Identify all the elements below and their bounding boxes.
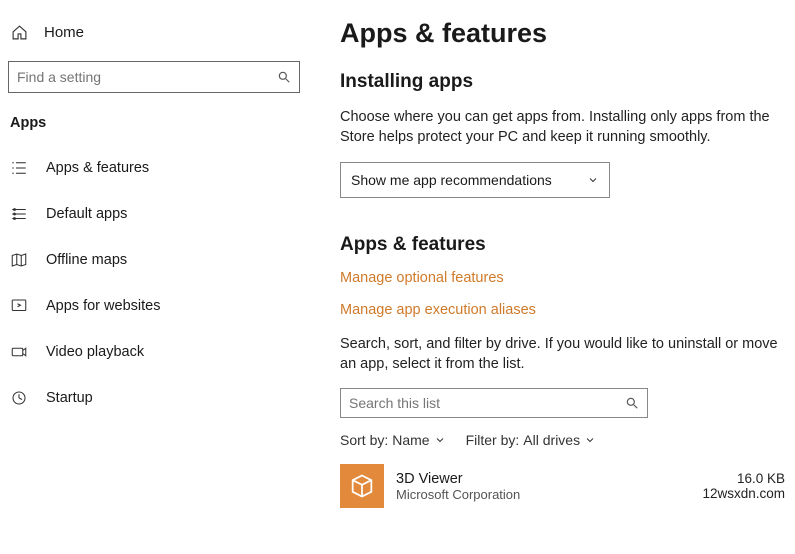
app-date: 12wsxdn.com: [702, 486, 785, 501]
sort-filter-row: Sort by: Name Filter by: All drives: [340, 432, 785, 448]
settings-search[interactable]: [8, 61, 300, 93]
chevron-down-icon: [434, 434, 446, 446]
apps-features-icon: [10, 159, 28, 177]
search-icon: [277, 70, 291, 84]
link-optional-features[interactable]: Manage optional features: [340, 270, 785, 286]
nav-item-label: Default apps: [46, 206, 127, 222]
nav-startup[interactable]: Startup: [0, 375, 308, 421]
app-info: 3D Viewer Microsoft Corporation: [396, 471, 690, 502]
filter-label: Filter by:: [466, 432, 520, 448]
app-publisher: Microsoft Corporation: [396, 487, 690, 502]
dropdown-value: Show me app recommendations: [351, 172, 552, 188]
nav-video-playback[interactable]: Video playback: [0, 329, 308, 375]
installing-heading: Installing apps: [340, 71, 785, 93]
nav-apps-features[interactable]: Apps & features: [0, 145, 308, 191]
nav-item-label: Offline maps: [46, 252, 127, 268]
sidebar: Home Apps Apps & features Default apps O…: [0, 0, 308, 554]
appsfeat-heading: Apps & features: [340, 234, 785, 256]
nav-default-apps[interactable]: Default apps: [0, 191, 308, 237]
app-list-item[interactable]: 3D Viewer Microsoft Corporation 16.0 KB …: [340, 464, 785, 508]
nav-home[interactable]: Home: [0, 18, 308, 55]
home-icon: [10, 24, 28, 41]
nav-item-label: Apps & features: [46, 160, 149, 176]
install-source-dropdown[interactable]: Show me app recommendations: [340, 162, 610, 198]
chevron-down-icon: [584, 434, 596, 446]
chevron-down-icon: [587, 174, 599, 186]
app-icon: [340, 464, 384, 508]
sidebar-section-heading: Apps: [0, 111, 308, 145]
nav-item-label: Video playback: [46, 344, 144, 360]
sort-label: Sort by:: [340, 432, 388, 448]
app-meta: 16.0 KB 12wsxdn.com: [702, 471, 785, 501]
apps-search[interactable]: [340, 388, 648, 418]
apps-websites-icon: [10, 297, 28, 315]
offline-maps-icon: [10, 251, 28, 269]
default-apps-icon: [10, 205, 28, 223]
apps-search-input[interactable]: [349, 395, 625, 411]
filter-by[interactable]: Filter by: All drives: [466, 432, 596, 448]
nav-item-label: Apps for websites: [46, 298, 160, 314]
nav-item-label: Startup: [46, 390, 93, 406]
link-execution-aliases[interactable]: Manage app execution aliases: [340, 302, 785, 318]
appsfeat-body: Search, sort, and filter by drive. If yo…: [340, 334, 785, 375]
nav-home-label: Home: [44, 24, 84, 41]
app-name: 3D Viewer: [396, 471, 690, 487]
nav-apps-for-websites[interactable]: Apps for websites: [0, 283, 308, 329]
video-playback-icon: [10, 343, 28, 361]
filter-value: All drives: [523, 432, 580, 448]
search-icon: [625, 396, 639, 410]
main-content: Apps & features Installing apps Choose w…: [308, 0, 795, 554]
nav-offline-maps[interactable]: Offline maps: [0, 237, 308, 283]
app-size: 16.0 KB: [702, 471, 785, 486]
installing-body: Choose where you can get apps from. Inst…: [340, 107, 785, 148]
page-title: Apps & features: [340, 18, 785, 49]
startup-icon: [10, 389, 28, 407]
sort-by[interactable]: Sort by: Name: [340, 432, 446, 448]
sort-value: Name: [392, 432, 429, 448]
settings-search-input[interactable]: [17, 69, 277, 85]
